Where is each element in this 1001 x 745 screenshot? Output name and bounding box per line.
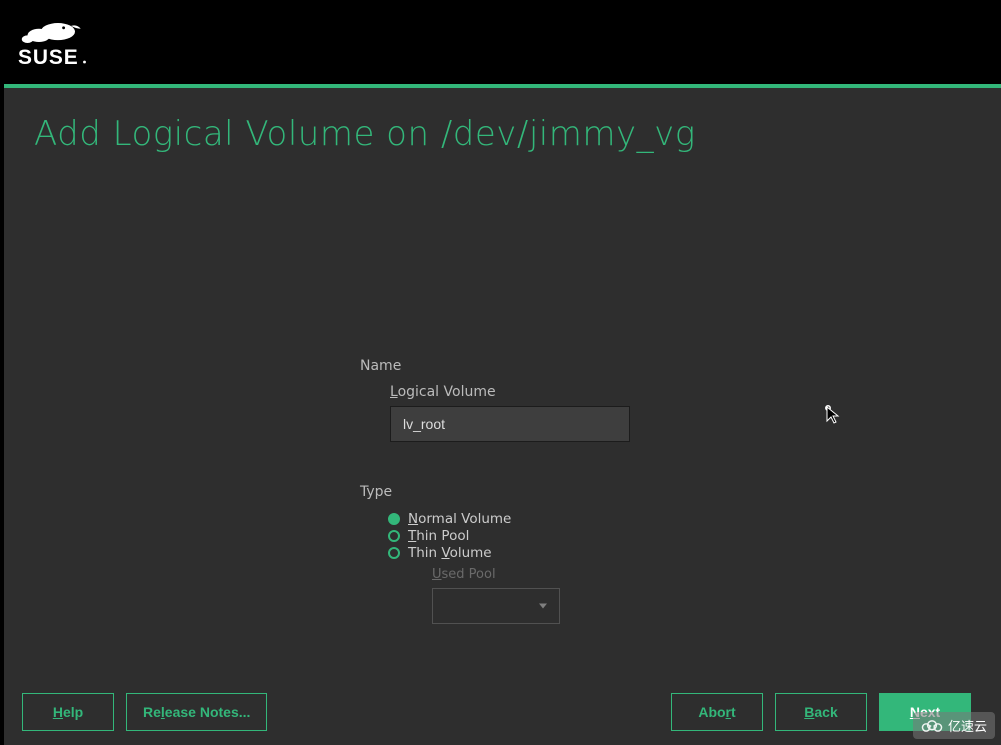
suse-logo: SUSE xyxy=(18,16,113,70)
logical-volume-label: Logical Volume xyxy=(390,384,700,400)
radio-icon xyxy=(388,530,400,542)
chevron-down-icon xyxy=(539,604,547,609)
back-button[interactable]: Back xyxy=(775,693,867,731)
page-title: Add Logical Volume on /dev/jimmy_vg xyxy=(4,88,1001,154)
header: SUSE xyxy=(0,0,1001,84)
release-notes-button[interactable]: Release Notes... xyxy=(126,693,267,731)
radio-icon xyxy=(388,547,400,559)
watermark: 亿速云 xyxy=(913,712,995,739)
help-button[interactable]: Help xyxy=(22,693,114,731)
radio-normal-volume[interactable]: Normal Volume xyxy=(388,510,700,527)
logical-volume-input[interactable] xyxy=(390,406,630,442)
radio-thin-volume[interactable]: Thin Volume xyxy=(388,544,700,561)
form-area: Name Logical Volume Type Normal Volume T… xyxy=(360,358,700,624)
radio-thin-pool[interactable]: Thin Pool xyxy=(388,527,700,544)
name-group-label: Name xyxy=(360,358,700,374)
svg-text:SUSE: SUSE xyxy=(18,46,79,69)
radio-icon xyxy=(388,513,400,525)
radio-label: Normal Volume xyxy=(408,511,511,527)
used-pool-label: Used Pool xyxy=(432,567,700,582)
type-group-label: Type xyxy=(360,484,700,500)
abort-button[interactable]: Abort xyxy=(671,693,763,731)
main-panel: Add Logical Volume on /dev/jimmy_vg Name… xyxy=(4,88,1001,745)
radio-label: Thin Pool xyxy=(408,528,469,544)
used-pool-dropdown[interactable] xyxy=(432,588,560,624)
radio-label: Thin Volume xyxy=(408,545,492,561)
footer: Help Release Notes... Abort Back Next xyxy=(4,693,1001,733)
watermark-text: 亿速云 xyxy=(948,716,987,735)
